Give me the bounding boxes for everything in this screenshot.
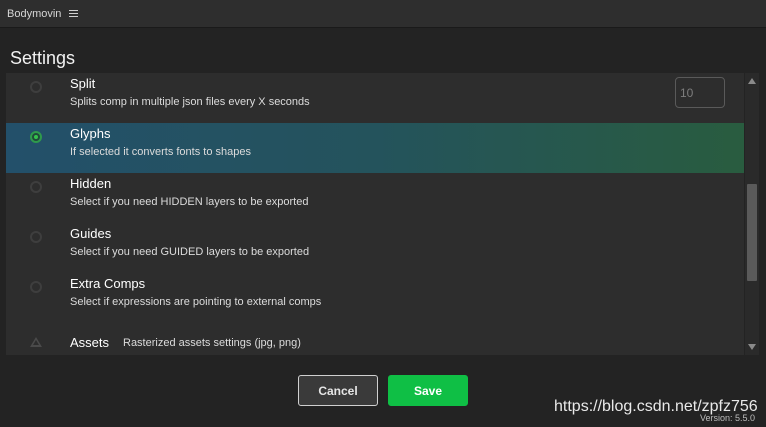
page-title: Settings (10, 48, 76, 68)
setting-title: Hidden (70, 176, 112, 191)
setting-title: Guides (70, 226, 112, 241)
scrollbar-track[interactable] (747, 87, 757, 341)
setting-row-extra-comps: Extra Comps Select if expressions are po… (6, 273, 744, 323)
setting-description: Splits comp in multiple json files every… (70, 96, 310, 108)
setting-row-guides: Guides Select if you need GUIDED layers … (6, 223, 744, 273)
setting-description: Select if you need GUIDED layers to be e… (70, 246, 310, 258)
settings-list: Split Splits comp in multiple json files… (6, 73, 744, 355)
setting-description: If selected it converts fonts to shapes (70, 146, 251, 158)
vertical-scrollbar[interactable] (745, 73, 759, 355)
setting-title: Extra Comps (70, 276, 146, 291)
version-label: Version: 5.5.0 (700, 413, 756, 423)
guides-radio[interactable] (30, 231, 42, 243)
bodymovin-panel: Bodymovin Settings Split Splits comp in … (0, 0, 766, 427)
glyphs-radio[interactable] (30, 131, 42, 143)
setting-title: Glyphs (70, 126, 111, 141)
scroll-up-arrow-icon[interactable] (748, 78, 756, 84)
setting-row-split: Split Splits comp in multiple json files… (6, 73, 744, 123)
window-title: Bodymovin (7, 7, 62, 20)
title-bar: Bodymovin (0, 0, 766, 28)
split-seconds-input[interactable] (675, 77, 725, 108)
extra-comps-radio[interactable] (30, 281, 42, 293)
cancel-button[interactable]: Cancel (298, 375, 378, 406)
scrollbar-thumb[interactable] (747, 184, 757, 281)
scroll-down-arrow-icon[interactable] (748, 344, 756, 350)
hidden-radio[interactable] (30, 181, 42, 193)
setting-description: Select if expressions are pointing to ex… (70, 296, 322, 308)
save-button[interactable]: Save (388, 375, 468, 406)
assets-description: Rasterized assets settings (jpg, png) (123, 337, 301, 349)
split-radio[interactable] (30, 81, 42, 93)
setting-description: Select if you need HIDDEN layers to be e… (70, 196, 309, 208)
setting-row-glyphs: Glyphs If selected it converts fonts to … (6, 123, 744, 173)
assets-title: Assets (70, 335, 110, 350)
setting-title: Split (70, 76, 96, 91)
setting-row-hidden: Hidden Select if you need HIDDEN layers … (6, 173, 744, 223)
assets-row[interactable]: Assets Rasterized assets settings (jpg, … (6, 331, 744, 355)
hamburger-menu-icon[interactable] (69, 10, 79, 17)
triangle-expand-icon[interactable] (30, 337, 42, 347)
